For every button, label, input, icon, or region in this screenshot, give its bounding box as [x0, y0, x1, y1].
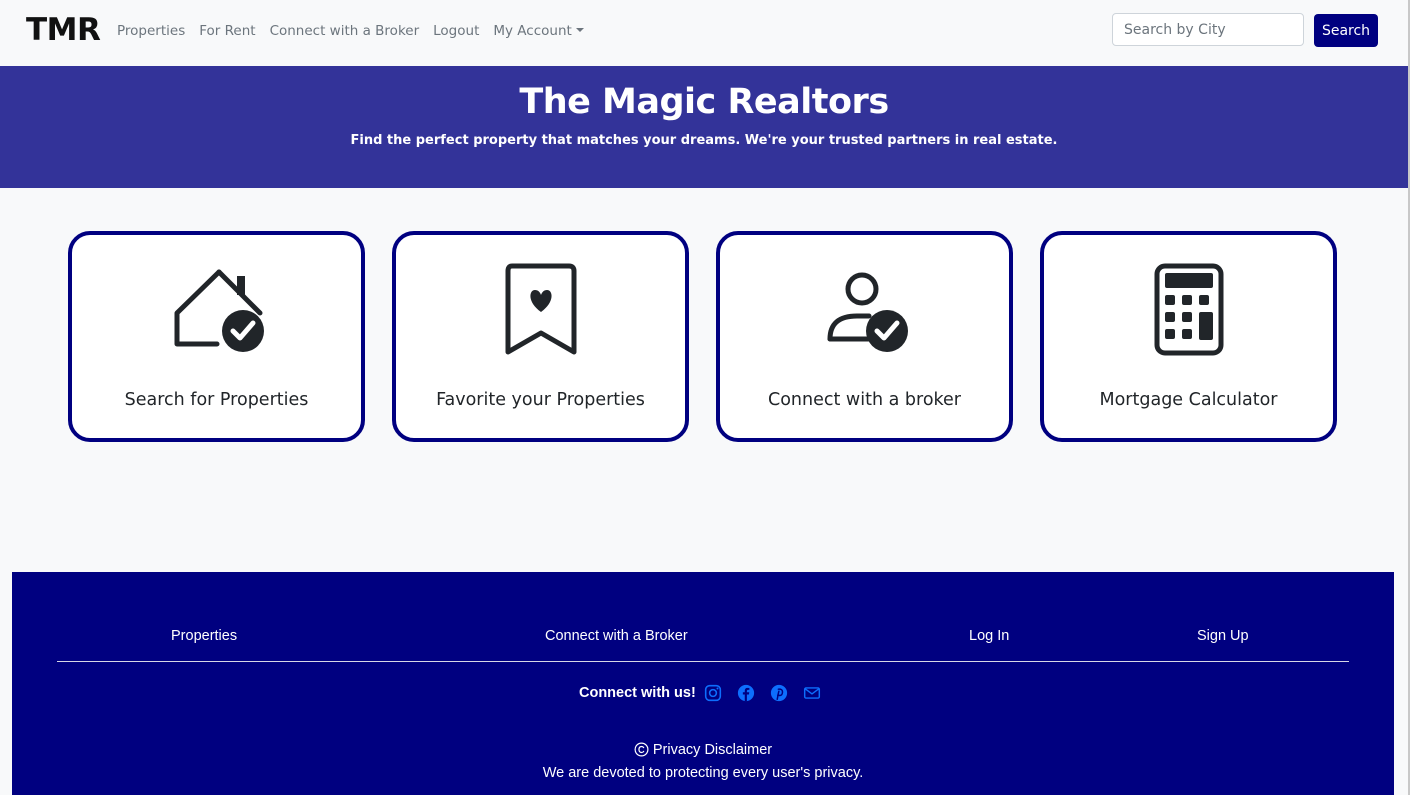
nav-link-for-rent[interactable]: For Rent [199, 22, 255, 40]
envelope-icon[interactable] [803, 684, 821, 702]
feature-label: Connect with a broker [768, 390, 961, 410]
calculator-icon [1154, 263, 1223, 356]
feature-card-mortgage[interactable]: Mortgage Calculator [1040, 231, 1337, 442]
privacy-disclaimer: Privacy Disclaimer [12, 742, 1394, 758]
privacy-title: Privacy Disclaimer [652, 742, 773, 758]
footer-link-connect-broker[interactable]: Connect with a Broker [545, 628, 688, 644]
instagram-icon[interactable] [704, 684, 722, 702]
feature-label: Search for Properties [124, 390, 309, 410]
facebook-icon[interactable] [737, 684, 755, 702]
caret-down-icon [575, 28, 584, 32]
my-account-label: My Account [493, 23, 572, 39]
nav-links: Properties For Rent Connect with a Broke… [117, 22, 584, 40]
nav-link-logout[interactable]: Logout [433, 22, 479, 40]
house-check-icon [174, 269, 264, 352]
navbar: TMR Properties For Rent Connect with a B… [0, 0, 1408, 66]
feature-label: Favorite your Properties [436, 390, 645, 410]
nav-link-my-account[interactable]: My Account [493, 22, 584, 40]
footer-divider [57, 661, 1349, 662]
pinterest-icon[interactable] [770, 684, 788, 702]
brand-logo[interactable]: TMR [26, 12, 101, 48]
hero-banner: The Magic Realtors Find the perfect prop… [0, 66, 1408, 188]
footer-link-login[interactable]: Log In [969, 628, 1009, 644]
feature-card-favorite[interactable]: Favorite your Properties [392, 231, 689, 442]
footer: Properties Connect with a Broker Log In … [12, 572, 1394, 795]
footer-link-signup[interactable]: Sign Up [1197, 628, 1249, 644]
connect-label: Connect with us! [579, 685, 696, 701]
bookmark-heart-icon [505, 263, 576, 355]
feature-label: Mortgage Calculator [1099, 390, 1278, 410]
nav-link-properties[interactable]: Properties [117, 22, 185, 40]
privacy-text: We are devoted to protecting every user'… [542, 765, 864, 781]
feature-card-search[interactable]: Search for Properties [68, 231, 365, 442]
search-city-input[interactable] [1112, 13, 1304, 46]
hero-subtitle: Find the perfect property that matches y… [350, 133, 1058, 148]
search-button[interactable]: Search [1314, 14, 1378, 47]
person-check-icon [827, 272, 908, 352]
footer-link-properties[interactable]: Properties [171, 628, 237, 644]
hero-title: The Magic Realtors [519, 82, 889, 122]
copyright-icon [634, 742, 649, 757]
feature-card-broker[interactable]: Connect with a broker [716, 231, 1013, 442]
nav-link-connect-broker[interactable]: Connect with a Broker [270, 22, 420, 40]
